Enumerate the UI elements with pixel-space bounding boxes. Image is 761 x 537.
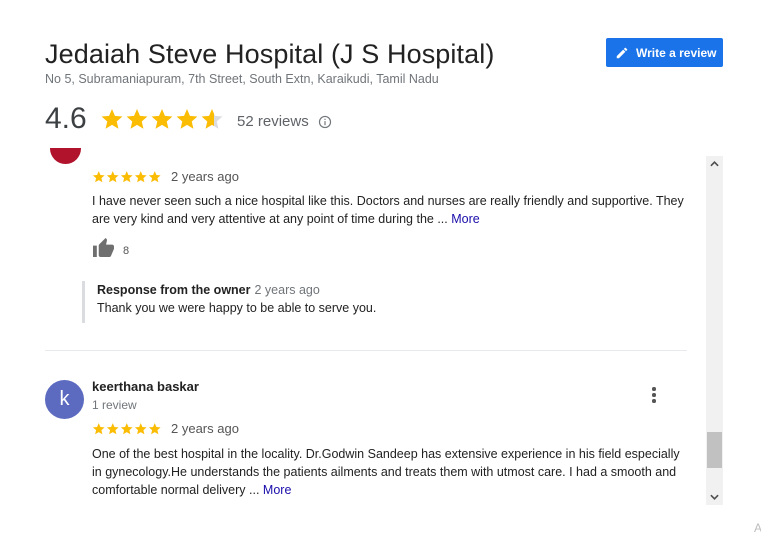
place-address: No 5, Subramaniapuram, 7th Street, South… xyxy=(45,72,439,86)
review-1-body: I have never seen such a nice hospital l… xyxy=(92,194,684,226)
star-icon xyxy=(106,423,119,435)
review-1-like-count: 8 xyxy=(123,244,130,257)
star-icon xyxy=(120,171,133,183)
rating-stars xyxy=(100,107,225,131)
star-icon xyxy=(126,109,148,129)
reviews-count[interactable]: 52 reviews xyxy=(237,113,309,130)
star-icon xyxy=(151,109,173,129)
review-2-rating: 2 years ago xyxy=(92,420,239,438)
write-review-button[interactable]: Write a review xyxy=(606,38,723,67)
review-1-time: 2 years ago xyxy=(171,169,239,185)
reviewer-review-count: 1 review xyxy=(92,398,137,412)
review-2-time: 2 years ago xyxy=(171,421,239,437)
reviewer-name[interactable]: keerthana baskar xyxy=(92,379,199,394)
more-vert-icon[interactable] xyxy=(645,386,663,404)
pencil-icon xyxy=(616,47,628,58)
star-icon xyxy=(101,109,123,129)
star-icon xyxy=(134,171,147,183)
scroll-up-arrow-icon[interactable] xyxy=(706,156,723,172)
scrollbar-thumb[interactable] xyxy=(707,432,722,468)
review-1-rating: 2 years ago xyxy=(92,168,239,186)
review-2-stars xyxy=(92,422,162,436)
scroll-down-arrow-icon[interactable] xyxy=(706,489,723,505)
review-2-body: One of the best hospital in the locality… xyxy=(92,447,680,497)
rating-value: 4.6 xyxy=(45,102,87,135)
corner-mark: A xyxy=(754,521,761,535)
owner-response-time: 2 years ago xyxy=(254,283,320,297)
review-1-more-link[interactable]: More xyxy=(451,212,479,226)
thumbs-up-icon[interactable] xyxy=(92,237,115,258)
star-icon xyxy=(92,171,105,183)
scrollbar[interactable] xyxy=(706,156,723,505)
rating-summary: 4.6 52 reviews xyxy=(45,102,332,136)
write-review-label: Write a review xyxy=(636,45,717,60)
star-icon xyxy=(148,171,161,183)
review-2-text: One of the best hospital in the locality… xyxy=(92,445,692,499)
star-icon xyxy=(92,423,105,435)
owner-response-label: Response from the owner xyxy=(97,283,251,297)
owner-response-text: Thank you we were happy to be able to se… xyxy=(97,301,377,315)
star-icon xyxy=(201,109,223,129)
review-1-stars xyxy=(92,170,162,184)
star-icon xyxy=(120,423,133,435)
review-2-more-link[interactable]: More xyxy=(263,483,291,497)
review-1-text: I have never seen such a nice hospital l… xyxy=(92,192,692,228)
star-icon xyxy=(176,109,198,129)
star-icon xyxy=(134,423,147,435)
review-divider xyxy=(45,350,687,351)
owner-response: Response from the owner 2 years ago Thank… xyxy=(82,281,376,323)
reviewer-avatar[interactable] xyxy=(50,148,81,164)
review-1-like[interactable]: 8 xyxy=(92,237,129,258)
reviews-list: 2 years ago I have never seen such a nic… xyxy=(0,148,705,505)
star-icon xyxy=(148,423,161,435)
reviewer-avatar[interactable]: k xyxy=(45,380,84,419)
info-icon[interactable] xyxy=(318,115,332,129)
star-icon xyxy=(106,171,119,183)
